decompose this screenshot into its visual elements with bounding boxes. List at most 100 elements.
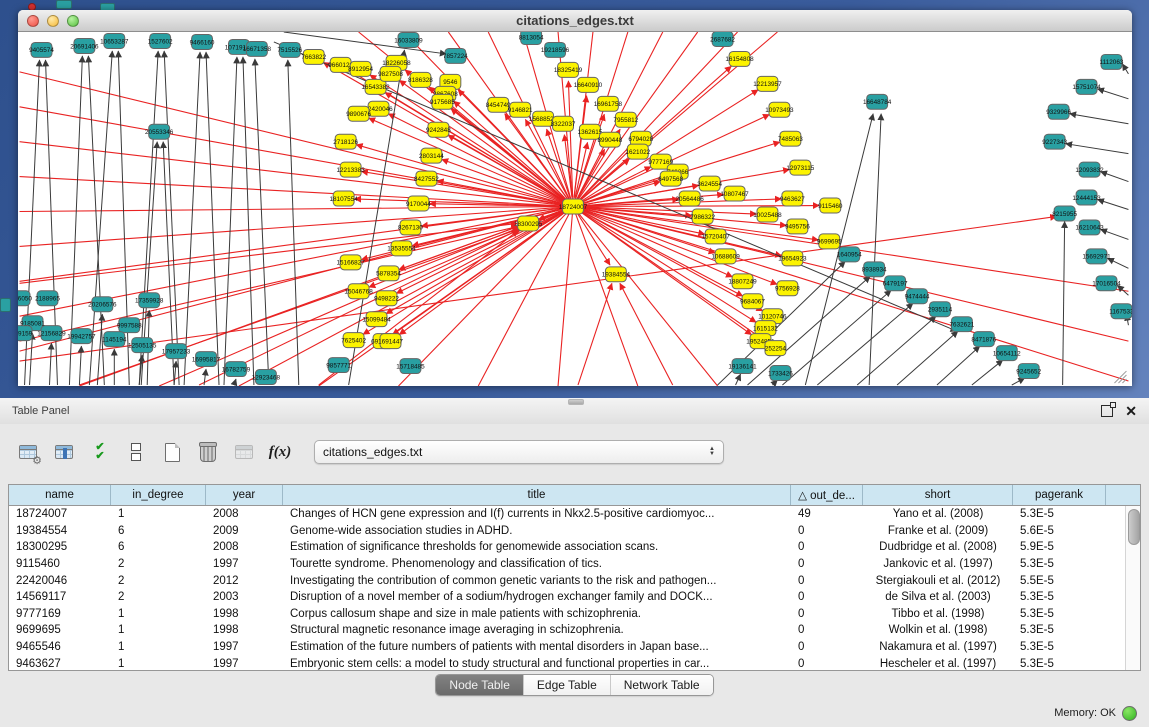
graph-node[interactable]: 10653287: [100, 33, 129, 48]
graph-node[interactable]: 6479197: [883, 276, 908, 291]
graph-node[interactable]: 15099484: [362, 312, 391, 327]
graph-node[interactable]: 6497568: [658, 171, 683, 186]
graph-node[interactable]: 939159: [18, 326, 33, 341]
graph-node[interactable]: 16640910: [574, 77, 603, 92]
graph-edge[interactable]: [20, 207, 573, 212]
graph-edge[interactable]: [620, 283, 673, 385]
graph-node[interactable]: 16995817: [192, 352, 221, 367]
tab-edge-table[interactable]: Edge Table: [524, 675, 611, 695]
graph-node[interactable]: 9699695: [817, 234, 842, 249]
graph-edge[interactable]: [869, 114, 881, 385]
graph-edge[interactable]: [49, 343, 51, 385]
graph-node[interactable]: 2718126: [333, 134, 358, 149]
graph-node[interactable]: 17359928: [135, 293, 164, 308]
graph-node[interactable]: 10688609: [711, 249, 740, 264]
table-row[interactable]: 1456911722003Disruption of a novel membe…: [9, 589, 1140, 606]
graph-node[interactable]: 9115460: [818, 198, 843, 213]
graph-node[interactable]: 10807467: [720, 186, 749, 201]
graph-node[interactable]: 2616050: [18, 291, 32, 306]
graph-edge[interactable]: [578, 283, 612, 385]
window-titlebar[interactable]: citations_edges.txt: [18, 10, 1132, 32]
splitter-handle[interactable]: [568, 399, 584, 405]
new-column-button[interactable]: [158, 438, 186, 466]
graph-edge[interactable]: [385, 93, 565, 202]
graph-node[interactable]: 2803144: [419, 148, 444, 163]
graph-node[interactable]: 16961758: [594, 96, 623, 111]
graph-node[interactable]: 16210643: [1075, 220, 1104, 235]
graph-edge[interactable]: [20, 226, 519, 341]
graph-node[interactable]: 8215955: [1052, 206, 1077, 221]
graph-edge[interactable]: [184, 52, 200, 385]
graph-node[interactable]: 16648784: [863, 94, 892, 109]
delete-column-button[interactable]: [194, 438, 222, 466]
graph-edge[interactable]: [1012, 378, 1025, 385]
graph-node[interactable]: 16782759: [222, 362, 251, 377]
graph-edge[interactable]: [582, 207, 757, 214]
graph-node[interactable]: 7625402: [341, 333, 366, 348]
graph-node[interactable]: 1167533: [1109, 304, 1132, 319]
graph-edge[interactable]: [20, 207, 573, 352]
graph-node[interactable]: 1112063: [1100, 54, 1124, 69]
tab-node-table[interactable]: Node Table: [436, 675, 524, 695]
graph-node[interactable]: 13535554: [387, 241, 416, 256]
graph-node[interactable]: 12093832: [1075, 162, 1104, 177]
graph-node[interactable]: 20564486: [675, 191, 704, 206]
graph-edge[interactable]: [1070, 114, 1129, 124]
close-window-icon[interactable]: [27, 15, 39, 27]
graph-node[interactable]: 20691406: [70, 38, 99, 53]
graph-node[interactable]: 9890676: [346, 106, 371, 121]
graph-edge[interactable]: [736, 374, 741, 385]
graph-node[interactable]: 19218596: [541, 42, 570, 57]
graph-node[interactable]: 9498222: [374, 291, 399, 306]
graph-node[interactable]: 2687682: [710, 32, 735, 46]
minimize-window-icon[interactable]: [47, 15, 59, 27]
graph-node[interactable]: 1621022: [625, 144, 650, 159]
graph-node[interactable]: 9242848: [426, 122, 451, 137]
graph-edge[interactable]: [558, 207, 573, 386]
column-header-out_de[interactable]: △ out_de...: [791, 485, 863, 505]
graph-node[interactable]: 16033809: [394, 32, 423, 47]
column-header-pagerank[interactable]: pagerank: [1013, 485, 1106, 505]
graph-node[interactable]: 19654923: [778, 251, 807, 266]
graph-edge[interactable]: [1098, 89, 1129, 99]
graph-node[interactable]: 9466160: [190, 34, 215, 49]
table-row[interactable]: 2242004622012Investigating the contribut…: [9, 572, 1140, 589]
column-header-name[interactable]: name: [9, 485, 111, 505]
graph-node[interactable]: 7986322: [690, 209, 715, 224]
graph-node[interactable]: 20206576: [88, 297, 117, 312]
graph-edge[interactable]: [782, 290, 891, 385]
graph-node[interactable]: 2935114: [928, 302, 953, 317]
graph-node[interactable]: 12213383: [336, 162, 365, 177]
graph-node[interactable]: 18300295: [514, 216, 543, 231]
graph-node[interactable]: 10025488: [753, 207, 782, 222]
table-row[interactable]: 977716911998Corpus callosum shape and si…: [9, 606, 1140, 623]
float-panel-icon[interactable]: [1101, 405, 1113, 417]
graph-edge[interactable]: [288, 60, 299, 385]
graph-node[interactable]: 9405574: [29, 42, 54, 57]
graph-edge[interactable]: [255, 59, 269, 385]
graph-node[interactable]: 17016504: [1092, 276, 1121, 291]
graph-node[interactable]: 3624554: [697, 176, 722, 191]
select-all-button[interactable]: ✔✔: [86, 438, 114, 466]
graph-node[interactable]: 15720407: [701, 229, 730, 244]
graph-node[interactable]: 10654112: [993, 346, 1021, 361]
graph-node[interactable]: 18807249: [728, 274, 757, 289]
graph-edge[interactable]: [1101, 229, 1129, 239]
function-builder-button[interactable]: f(x): [266, 438, 294, 466]
graph-node[interactable]: 9474444: [905, 289, 930, 304]
graph-node[interactable]: 7485063: [778, 131, 803, 146]
graph-node[interactable]: 8813054: [519, 32, 544, 44]
graph-node[interactable]: 16154808: [725, 51, 754, 66]
graph-node[interactable]: 8938934: [862, 262, 887, 277]
column-header-short[interactable]: short: [863, 485, 1013, 505]
table-row[interactable]: 946362711997Embryonic stem cells: a mode…: [9, 655, 1140, 670]
graph-node[interactable]: 17957233: [162, 344, 191, 359]
graph-node[interactable]: 16671358: [243, 41, 272, 56]
graph-node[interactable]: 15692971: [1082, 249, 1111, 264]
graph-edge[interactable]: [448, 135, 565, 202]
graph-node[interactable]: 9684067: [740, 294, 765, 309]
unselect-all-button[interactable]: [122, 438, 150, 466]
graph-edge[interactable]: [573, 207, 718, 386]
graph-node[interactable]: 15166827: [336, 255, 365, 270]
graph-edge[interactable]: [972, 360, 1003, 385]
